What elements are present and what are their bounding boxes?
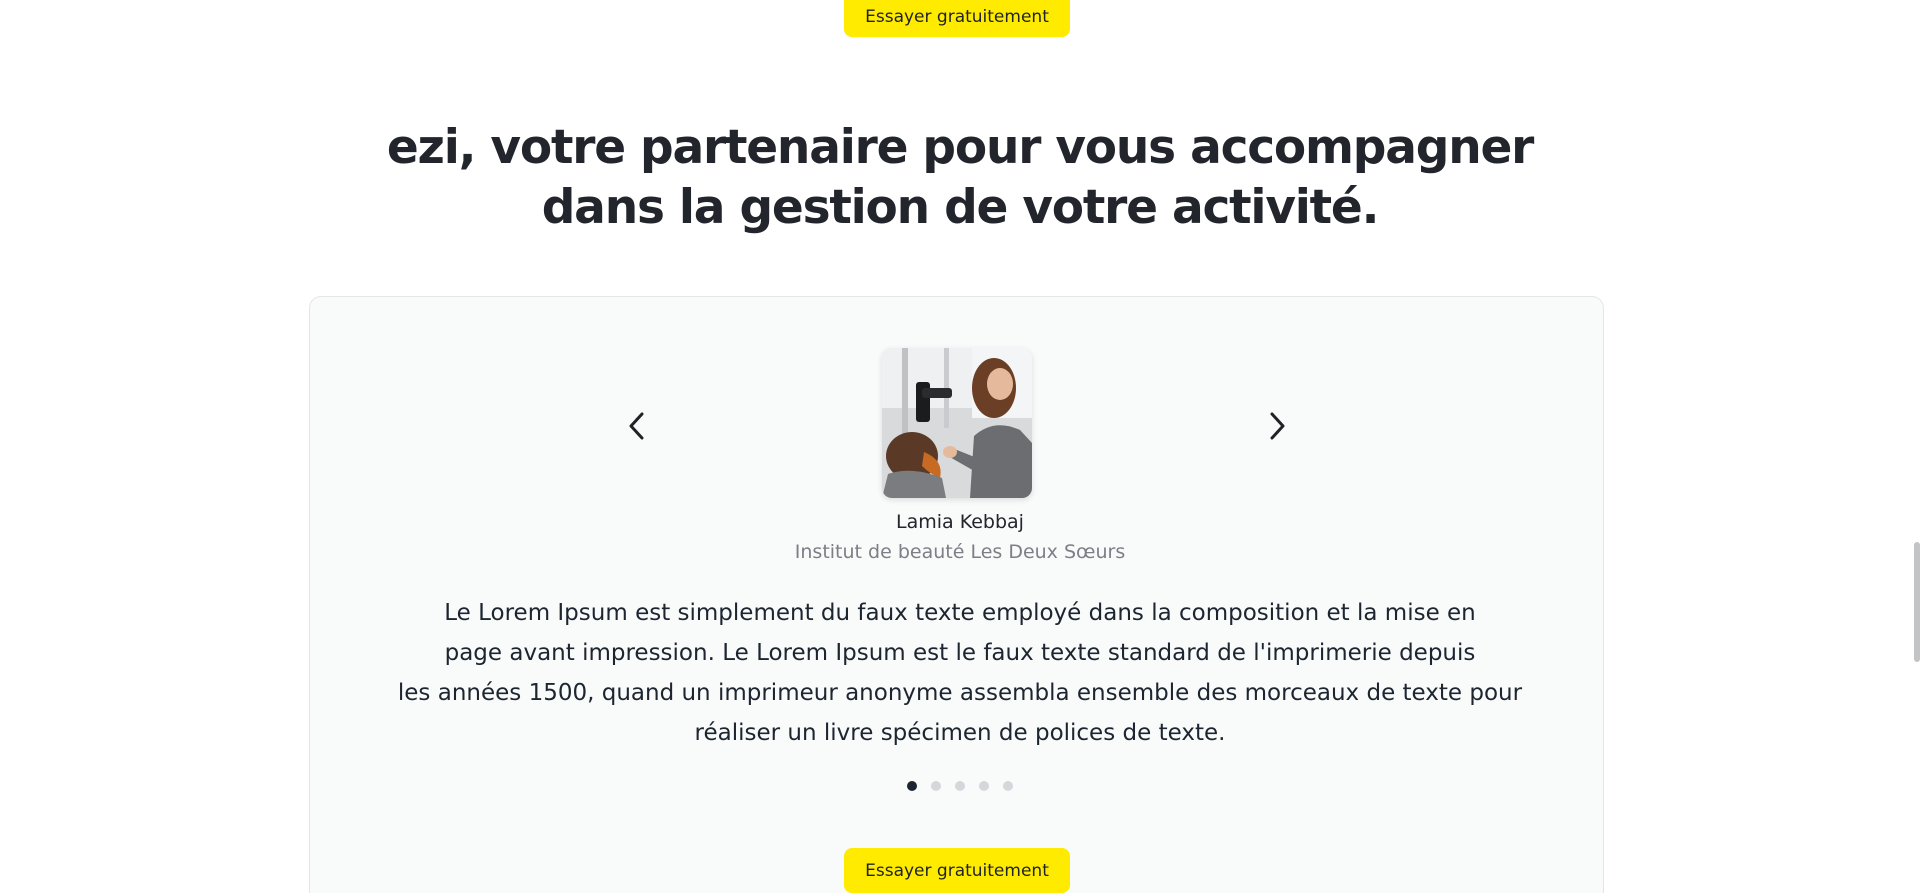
try-free-button-top[interactable]: Essayer gratuitement xyxy=(844,0,1070,37)
chevron-right-icon xyxy=(1270,412,1285,440)
headline-line-1: ezi, votre partenaire pour vous accompag… xyxy=(386,120,1534,175)
quote-line: réaliser un livre spécimen de polices de… xyxy=(694,720,1226,746)
carousel-next-button[interactable] xyxy=(1257,406,1297,446)
testimonial-name: Lamia Kebbaj xyxy=(896,511,1024,533)
try-free-button-bottom[interactable]: Essayer gratuitement xyxy=(844,848,1070,893)
page-scrollbar[interactable] xyxy=(1914,542,1920,662)
quote-line: Le Lorem Ipsum est simplement du faux te… xyxy=(444,600,1476,626)
testimonial-company: Institut de beauté Les Deux Sœurs xyxy=(794,541,1126,563)
quote-line: les années 1500, quand un imprimeur anon… xyxy=(397,680,1523,706)
quote-line: page avant impression. Le Lorem Ipsum es… xyxy=(444,640,1476,666)
page: Essayer gratuitement ezi, votre partenai… xyxy=(0,0,1920,893)
carousel-dot-3[interactable] xyxy=(955,781,965,791)
headline-line-2: dans la gestion de votre activité. xyxy=(541,180,1380,235)
testimonial-photo xyxy=(882,348,1032,498)
carousel-prev-button[interactable] xyxy=(617,406,657,446)
section-headline: ezi, votre partenaire pour vous accompag… xyxy=(0,118,1920,238)
carousel-dot-4[interactable] xyxy=(979,781,989,791)
carousel-pagination xyxy=(0,781,1920,791)
carousel-dot-2[interactable] xyxy=(931,781,941,791)
chevron-left-icon xyxy=(629,412,644,440)
carousel-dot-1[interactable] xyxy=(907,781,917,791)
carousel-dot-5[interactable] xyxy=(1003,781,1013,791)
testimonial-quote: Le Lorem Ipsum est simplement du faux te… xyxy=(380,593,1540,753)
hairdresser-photo xyxy=(882,348,1032,498)
